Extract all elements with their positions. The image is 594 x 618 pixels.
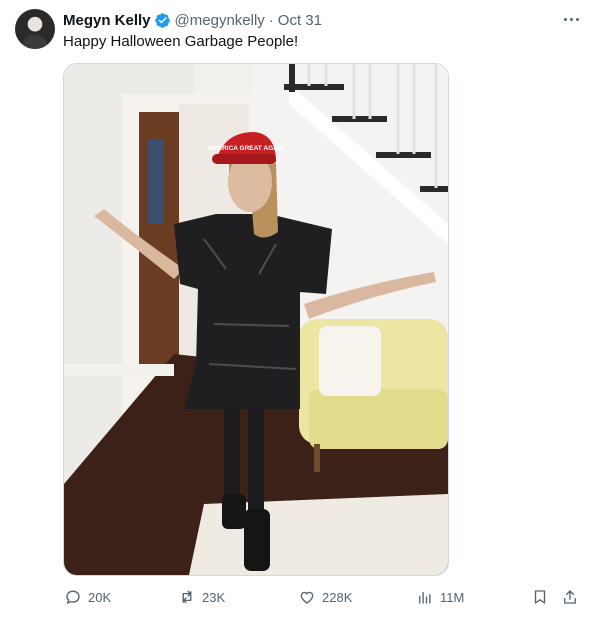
views-count: 11M — [440, 589, 465, 605]
bookmark-button[interactable] — [531, 586, 549, 608]
like-button[interactable]: 228K — [298, 586, 352, 608]
tweet-photo[interactable]: AMERICA GREAT AGAIN — [63, 63, 449, 576]
separator-dot: · — [268, 11, 274, 29]
like-count: 228K — [322, 589, 353, 605]
views-button[interactable]: 11M — [416, 586, 464, 608]
reply-count: 20K — [88, 589, 112, 605]
views-icon — [419, 591, 431, 604]
more-options-icon[interactable] — [559, 9, 583, 29]
hat-text: AMERICA GREAT AGAIN — [208, 145, 285, 152]
repost-button[interactable]: 23K — [178, 586, 225, 608]
share-icon — [564, 590, 576, 604]
repost-count: 23K — [202, 589, 226, 605]
reply-icon — [66, 590, 80, 605]
repost-icon — [182, 590, 192, 604]
bookmark-icon — [534, 590, 546, 604]
reply-button[interactable]: 20K — [64, 586, 111, 608]
photo-illustration: AMERICA GREAT AGAIN — [64, 64, 448, 575]
share-button[interactable] — [561, 586, 579, 608]
tweet-text: Happy Halloween Garbage People! — [63, 33, 299, 50]
author-avatar[interactable] — [15, 9, 55, 49]
like-icon — [300, 591, 314, 604]
tweet-actions: 20K 23K 228K 11M — [63, 586, 583, 608]
author-name[interactable]: Megyn Kelly — [63, 12, 151, 29]
verified-badge-icon — [154, 12, 170, 28]
author-handle[interactable]: @megynkelly — [175, 12, 265, 29]
tweet-header: Megyn Kelly @megynkelly · Oct 31 — [63, 10, 322, 30]
tweet-date[interactable]: Oct 31 — [278, 12, 322, 29]
